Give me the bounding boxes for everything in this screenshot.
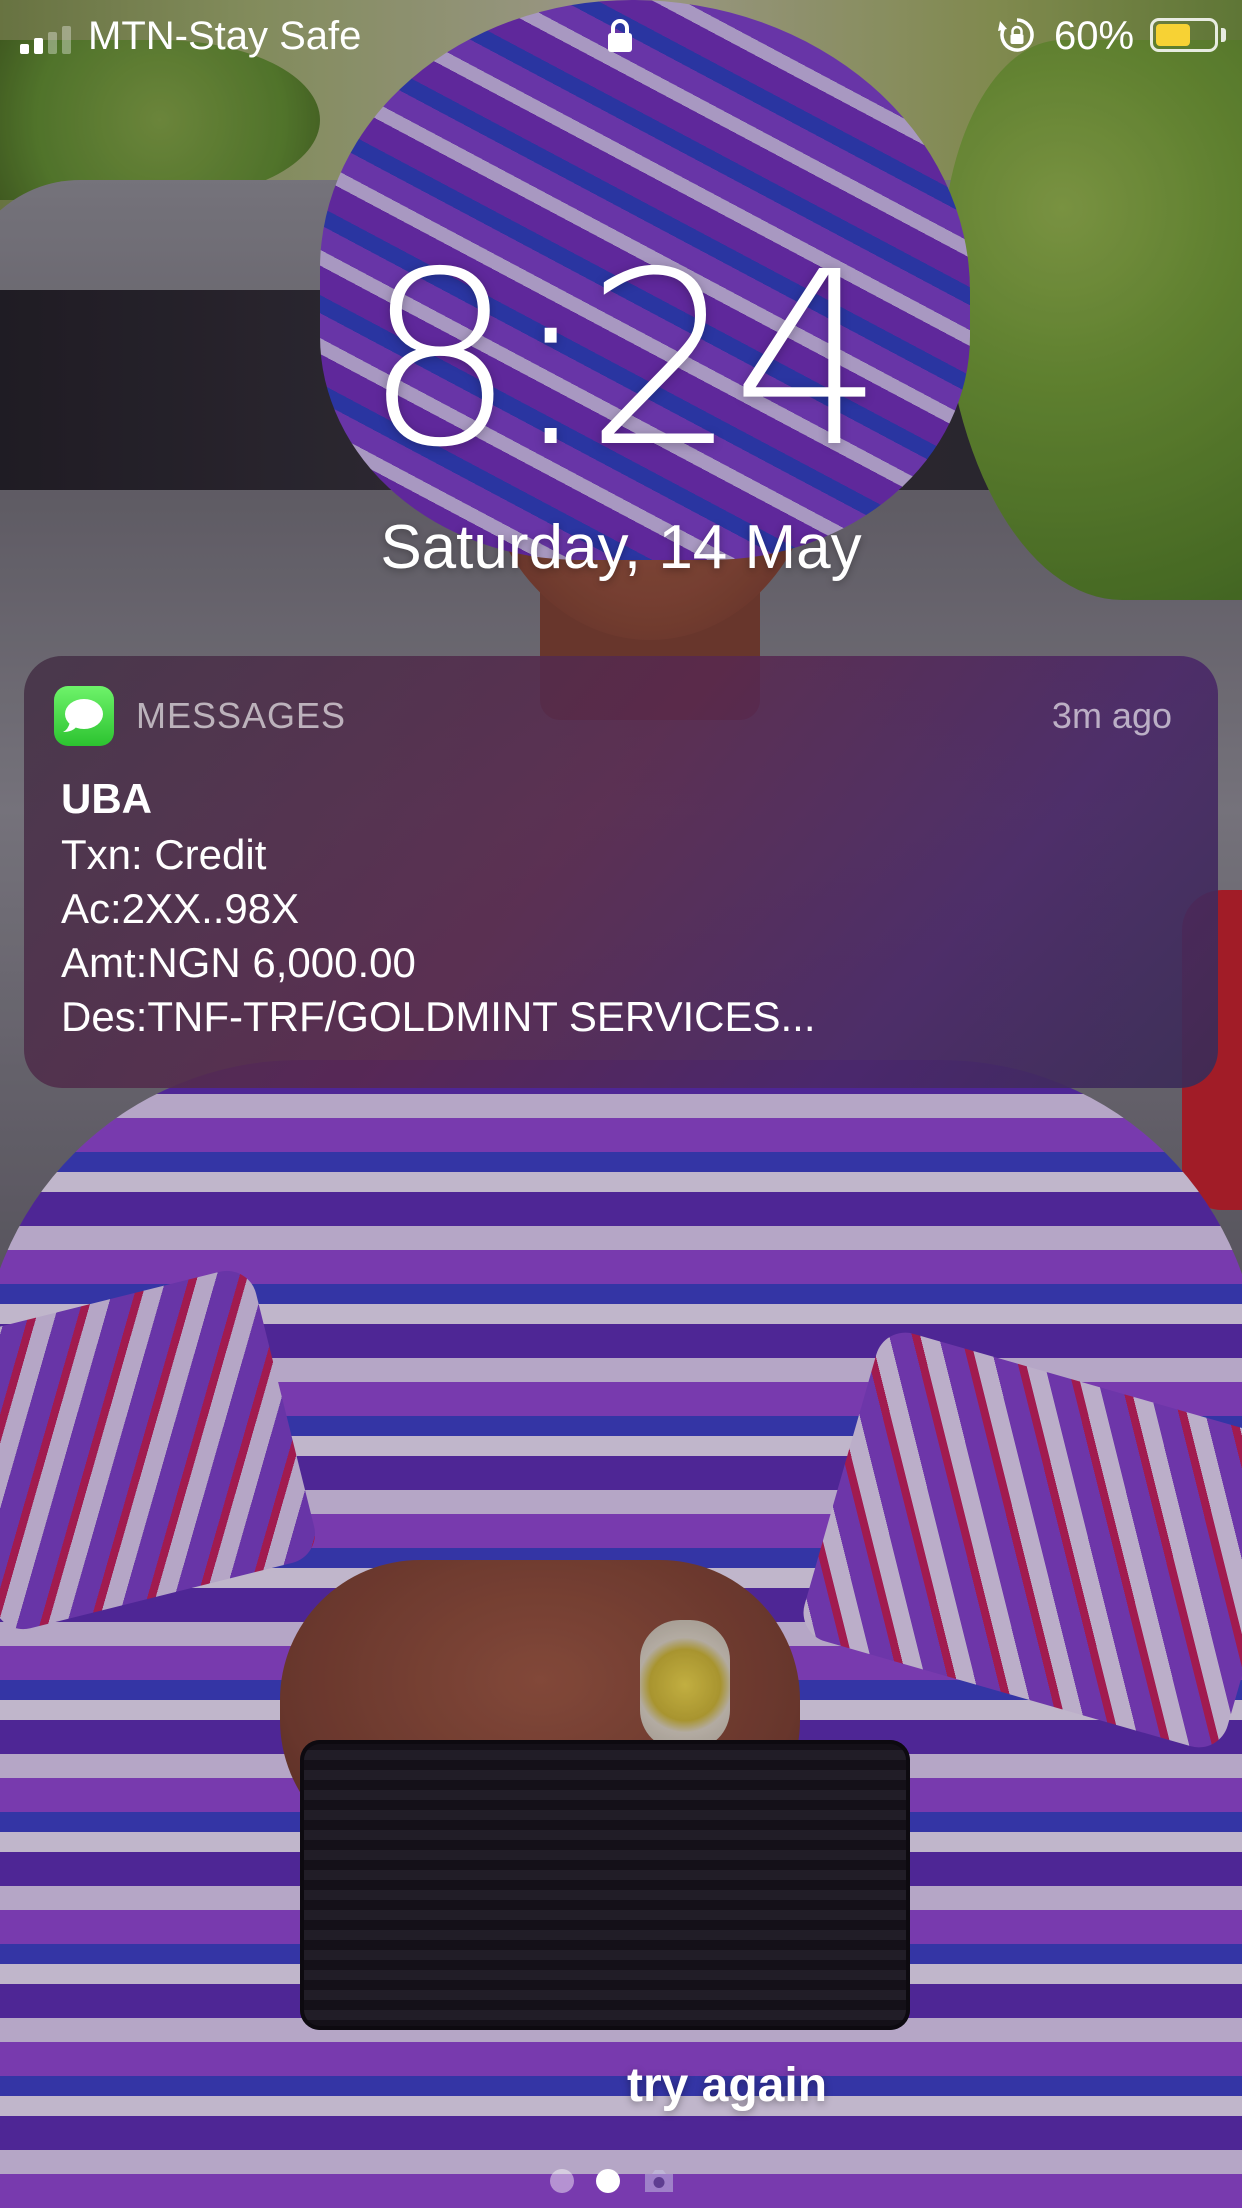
battery-percentage: 60%: [1054, 14, 1135, 58]
signal-strength-icon: [20, 22, 80, 54]
notification-timestamp: 3m ago: [1051, 695, 1172, 736]
messages-app-icon: [54, 686, 114, 746]
lock-screen-time: 8:24: [363, 220, 885, 500]
battery-icon: [1150, 18, 1218, 52]
notification-body-line: Txn: Credit: [61, 831, 267, 878]
lock-icon: [608, 19, 632, 52]
page-dot-active[interactable]: [596, 2169, 620, 2193]
notification-app-name: MESSAGES: [136, 695, 347, 736]
battery-level-fill: [1156, 24, 1190, 46]
unlock-hint-text: try again: [626, 2059, 828, 2112]
notification-body-line: Des:TNF-TRF/GOLDMINT SERVICES...: [61, 993, 816, 1040]
signal-bar: [20, 44, 29, 54]
lock-screen: MTN-Stay Safe 60% 8:24 Saturday, 14 May …: [0, 0, 1242, 2208]
signal-bar: [62, 26, 71, 54]
status-bar: MTN-Stay Safe 60%: [0, 0, 1242, 72]
notification-body-line: Ac:2XX..98X: [61, 885, 300, 932]
lock-screen-date: Saturday, 14 May: [380, 513, 862, 582]
battery-tip: [1221, 28, 1226, 42]
signal-bar: [34, 38, 43, 54]
message-notification[interactable]: MESSAGES 3m ago UBA Txn: Credit Ac:2XX..…: [24, 656, 1218, 1088]
speech-bubble-icon: [63, 699, 103, 732]
notification-body: Txn: Credit Ac:2XX..98X Amt:NGN 6,000.00…: [61, 828, 1181, 1044]
page-indicator[interactable]: [550, 2164, 710, 2198]
notification-body-line: Amt:NGN 6,000.00: [61, 939, 416, 986]
page-dot[interactable]: [550, 2169, 574, 2193]
carrier-name: MTN-Stay Safe: [88, 14, 362, 58]
signal-bar: [48, 32, 57, 54]
rotation-lock-icon: [998, 18, 1034, 52]
camera-icon[interactable]: [642, 2167, 676, 2195]
notification-sender: UBA: [61, 775, 152, 822]
